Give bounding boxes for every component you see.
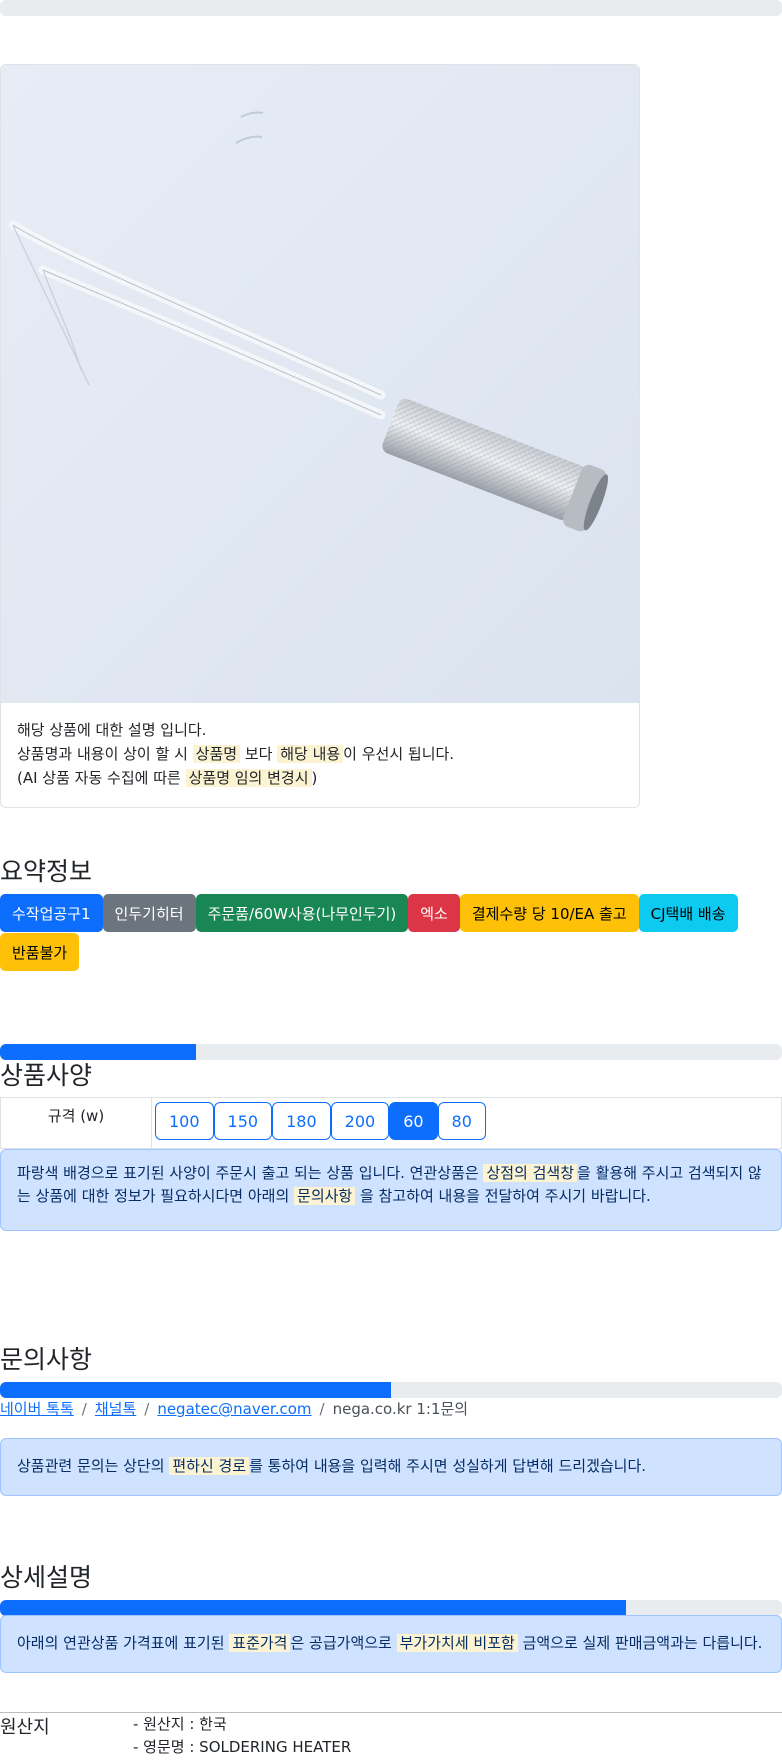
product-description: 해당 상품에 대한 설명 입니다. 상품명과 내용이 상이 할 시 상품명 보다… — [17, 718, 631, 790]
summary-badge: 반품불가 — [0, 933, 80, 971]
summary-badge: 주문품/60W사용(나무인두기) — [195, 894, 409, 932]
highlight-route: 편하신 경로 — [169, 1457, 250, 1475]
highlight-search-box: 상점의 검색창 — [483, 1164, 578, 1182]
spec-option-100[interactable]: 100 — [155, 1102, 214, 1140]
channel-talk-link[interactable]: 채널톡 — [95, 1400, 136, 1418]
summary-badge: 엑소 — [408, 894, 460, 932]
description-line-3: (AI 상품 자동 수집에 따른 상품명 임의 변경시) — [17, 766, 631, 790]
origin-values: - 원산지 : 한국 - 영문명 : SOLDERING HEATER — [133, 1713, 351, 1759]
detail-progress-fill — [0, 1600, 626, 1616]
spec-option-150[interactable]: 150 — [213, 1102, 273, 1140]
summary-badge: CJ택배 배송 — [638, 894, 738, 932]
specs-notice: 파랑색 배경으로 표기된 사양이 주문시 출고 되는 상품 입니다. 연관상품은… — [0, 1149, 782, 1231]
highlight-standard-price: 표준가격 — [229, 1634, 291, 1652]
inquiry-title: 문의사항 — [0, 1345, 93, 1374]
separator: / — [319, 1400, 325, 1418]
description-line-1: 해당 상품에 대한 설명 입니다. — [17, 721, 207, 739]
summary-title: 요약정보 — [0, 857, 93, 886]
spec-label: 규격 (w) — [1, 1098, 152, 1148]
highlight-product-name: 상품명 — [192, 745, 241, 763]
detail-notice: 아래의 연관상품 가격표에 표기된 표준가격 은 공급가액으로 부가가치세 비포함… — [0, 1615, 782, 1673]
separator: / — [81, 1400, 87, 1418]
description-text: 보다 — [240, 745, 278, 763]
summary-badge: 인두기히터 — [102, 894, 196, 932]
inquiry-progress-bar — [0, 1382, 782, 1398]
highlight-content: 해당 내용 — [277, 745, 344, 763]
top-progress-bar — [0, 0, 782, 16]
separator: / — [144, 1400, 150, 1418]
site-inquiry-text: nega.co.kr 1:1문의 — [332, 1400, 469, 1418]
specs-title: 상품사양 — [0, 1061, 93, 1090]
notice-text: 은 공급가액으로 — [290, 1634, 397, 1652]
inquiry-progress-fill — [0, 1382, 391, 1398]
description-text: 이 우선시 됩니다. — [343, 745, 455, 763]
description-line-2: 상품명과 내용이 상이 할 시 상품명 보다 해당 내용 이 우선시 됩니다. — [17, 742, 631, 766]
notice-text: 상품관련 문의는 상단의 — [17, 1457, 170, 1475]
summary-badge: 결제수량 당 10/EA 출고 — [459, 894, 639, 932]
summary-badge: 수작업공구1 — [0, 894, 103, 932]
detail-progress-bar — [0, 1600, 782, 1616]
highlight-name-change: 상품명 임의 변경시 — [185, 769, 312, 787]
description-text: 상품명과 내용이 상이 할 시 — [17, 745, 193, 763]
notice-text: 금액으로 실제 판매금액과는 다릅니다. — [517, 1634, 763, 1652]
email-link[interactable]: negatec@naver.com — [157, 1400, 311, 1418]
product-image — [1, 65, 639, 703]
highlight-vat-excluded: 부가가치세 비포함 — [396, 1634, 518, 1652]
origin-english-name: - 영문명 : SOLDERING HEATER — [133, 1738, 352, 1756]
notice-text: 를 통하여 내용을 입력해 주시면 성실하게 답변해 드리겠습니다. — [249, 1457, 647, 1475]
contact-links: 네이버 톡톡 / 채널톡 / negatec@naver.com / nega.co.kr … — [0, 1398, 468, 1419]
description-text: (AI 상품 자동 수집에 따른 — [17, 769, 186, 787]
inquiry-notice: 상품관련 문의는 상단의 편하신 경로 를 통하여 내용을 입력해 주시면 성실하… — [0, 1438, 782, 1496]
spec-options: 100 150 180 200 60 80 — [152, 1098, 486, 1148]
notice-text: 을 참고하여 내용을 전달하여 주시기 바랍니다. — [355, 1187, 651, 1205]
spec-option-200[interactable]: 200 — [330, 1102, 390, 1140]
origin-country: - 원산지 : 한국 — [133, 1715, 227, 1733]
specs-progress-bar — [0, 1044, 782, 1060]
notice-text: 파랑색 배경으로 표기된 사양이 주문시 출고 되는 상품 입니다. 연관상품은 — [17, 1164, 484, 1182]
spec-option-60[interactable]: 60 — [389, 1102, 438, 1140]
highlight-inquiry: 문의사항 — [294, 1187, 356, 1205]
spec-option-180[interactable]: 180 — [272, 1102, 331, 1140]
naver-talk-link[interactable]: 네이버 톡톡 — [0, 1400, 74, 1418]
description-text: ) — [311, 769, 318, 787]
summary-badges: 수작업공구1 인두기히터 주문품/60W사용(나무인두기) 엑소 결제수량 당 10/E… — [0, 894, 782, 972]
product-card: 해당 상품에 대한 설명 입니다. 상품명과 내용이 상이 할 시 상품명 보다… — [0, 64, 640, 808]
spec-option-80[interactable]: 80 — [437, 1102, 486, 1140]
spec-table: 규격 (w) 100 150 180 200 60 80 — [0, 1097, 782, 1149]
origin-divider — [0, 1712, 782, 1713]
notice-text: 아래의 연관상품 가격표에 표기된 — [17, 1634, 230, 1652]
origin-label: 원산지 — [0, 1717, 50, 1738]
detail-title: 상세설명 — [0, 1563, 93, 1592]
